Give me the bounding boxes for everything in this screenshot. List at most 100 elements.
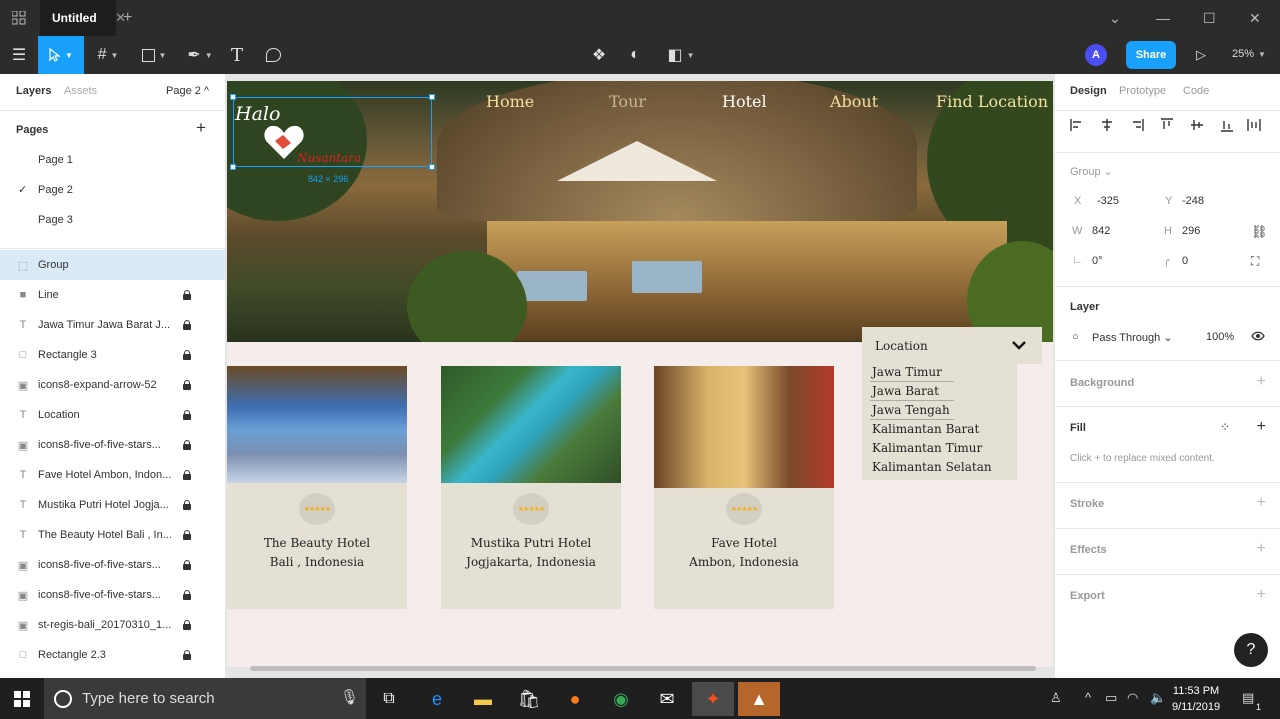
shape-tool[interactable]: ▼	[134, 36, 174, 74]
tab-design[interactable]: Design	[1070, 85, 1107, 97]
nav-tour[interactable]: Tour	[609, 92, 646, 111]
hero-image[interactable]: Home Tour Hotel About Find Location Halo…	[227, 81, 1053, 342]
lock-icon[interactable]	[183, 500, 191, 510]
page-item-2[interactable]: Page 2	[38, 184, 73, 196]
layer-row[interactable]: T Fave Hotel Ambon, Indon...	[0, 460, 225, 490]
location-item[interactable]: Jawa Timur	[872, 365, 942, 379]
lock-icon[interactable]	[183, 650, 191, 660]
location-item[interactable]: Jawa Tengah	[872, 403, 950, 417]
x-field[interactable]: -325	[1097, 195, 1119, 207]
width-field[interactable]: 842	[1092, 225, 1110, 237]
add-export-button[interactable]: +	[1257, 586, 1266, 604]
rotation-field[interactable]: 0°	[1092, 255, 1103, 267]
share-button[interactable]: Share	[1126, 41, 1176, 69]
layer-row[interactable]: □ Rectangle 3	[0, 340, 225, 370]
layer-row[interactable]: ▣ icons8-five-of-five-stars...	[0, 430, 225, 460]
selection-box[interactable]	[230, 94, 435, 170]
add-fill-button[interactable]: +	[1257, 418, 1266, 436]
add-effect-button[interactable]: +	[1257, 540, 1266, 558]
layer-row[interactable]: T Jawa Timur Jawa Barat J...	[0, 310, 225, 340]
new-tab-button[interactable]: +	[123, 9, 132, 27]
layer-row[interactable]: ▣ icons8-expand-arrow-52	[0, 370, 225, 400]
align-bottom-icon[interactable]	[1220, 118, 1234, 132]
location-item[interactable]: Jawa Barat	[872, 384, 939, 398]
people-icon[interactable]: ♙	[1050, 690, 1062, 706]
height-field[interactable]: 296	[1182, 225, 1200, 237]
nav-hotel[interactable]: Hotel	[722, 92, 767, 111]
chrome-icon[interactable]: ◉	[604, 682, 638, 716]
corner-radius-field[interactable]: 0	[1182, 255, 1188, 267]
mail-icon[interactable]: ✉	[650, 682, 684, 716]
file-tab[interactable]: Untitled ✕	[40, 0, 126, 36]
page-item-3[interactable]: Page 3	[38, 214, 73, 226]
comment-tool[interactable]	[258, 36, 288, 74]
tray-chevron-icon[interactable]: ^	[1085, 690, 1091, 705]
text-tool[interactable]: T	[224, 36, 250, 74]
tab-prototype[interactable]: Prototype	[1119, 85, 1166, 97]
hotel-card[interactable]: ★★★★★ The Beauty Hotel Bali , Indonesia	[227, 366, 407, 609]
pen-tool[interactable]: ✒ ▼	[180, 36, 220, 74]
firefox-icon[interactable]: ●	[558, 682, 592, 716]
layer-row[interactable]: ▣ st-regis-bali_20170310_1...	[0, 610, 225, 640]
location-dropdown[interactable]: Location	[862, 327, 1042, 364]
tab-code[interactable]: Code	[1183, 85, 1209, 97]
frame-tool[interactable]: # ▼	[88, 36, 128, 74]
lock-icon[interactable]	[183, 590, 191, 600]
blend-mode-dropdown[interactable]: Pass Through ⌄	[1092, 331, 1173, 344]
lock-icon[interactable]	[183, 320, 191, 330]
location-item[interactable]: Kalimantan Barat	[872, 422, 979, 436]
opacity-field[interactable]: 100%	[1206, 331, 1234, 343]
add-background-button[interactable]: +	[1257, 373, 1266, 391]
selection-type-dropdown[interactable]: Group ⌄	[1070, 165, 1113, 178]
microphone-icon[interactable]: 🎙	[340, 688, 359, 706]
resize-handle[interactable]	[429, 164, 435, 170]
move-tool[interactable]: ▼	[38, 36, 84, 74]
component-tool[interactable]: ❖	[588, 36, 610, 74]
close-window-icon[interactable]: ✕	[1249, 10, 1261, 27]
y-field[interactable]: -248	[1182, 195, 1204, 207]
lock-icon[interactable]	[183, 380, 191, 390]
page-item-1[interactable]: Page 1	[38, 154, 73, 166]
resize-handle[interactable]	[230, 164, 236, 170]
nav-home[interactable]: Home	[486, 92, 534, 111]
align-center-vertical-icon[interactable]	[1190, 118, 1204, 132]
help-button[interactable]: ?	[1234, 633, 1268, 667]
wifi-icon[interactable]: ◠	[1127, 690, 1138, 706]
align-top-icon[interactable]	[1160, 118, 1174, 132]
windows-start-icon[interactable]	[14, 691, 30, 707]
file-explorer-icon[interactable]: ▬	[466, 682, 500, 716]
expand-arrow-icon[interactable]	[1011, 339, 1027, 351]
horizontal-scrollbar[interactable]	[250, 666, 1036, 671]
location-item[interactable]: Kalimantan Selatan	[872, 460, 992, 474]
battery-icon[interactable]: ▭	[1105, 690, 1117, 706]
edge-icon[interactable]: e	[420, 682, 454, 716]
layer-row[interactable]: ⬚ Group	[0, 250, 225, 280]
add-page-button[interactable]: +	[196, 118, 206, 138]
style-icon[interactable]: ⁘	[1220, 420, 1230, 434]
location-item[interactable]: Kalimantan Timur	[872, 441, 982, 455]
add-stroke-button[interactable]: +	[1257, 494, 1266, 512]
chevron-down-icon[interactable]: ⌄	[1109, 10, 1121, 27]
align-right-icon[interactable]	[1130, 118, 1144, 132]
boolean-tool[interactable]: ◧ ▼	[664, 36, 698, 74]
lock-icon[interactable]	[183, 410, 191, 420]
eye-icon[interactable]	[1251, 331, 1265, 341]
distribute-icon[interactable]	[1247, 118, 1261, 132]
layer-row[interactable]: ■ Line	[0, 280, 225, 310]
lock-icon[interactable]	[183, 530, 191, 540]
volume-icon[interactable]: 🔈	[1150, 690, 1166, 706]
nav-about[interactable]: About	[830, 92, 878, 111]
independent-corners-icon[interactable]: ⛶	[1251, 254, 1259, 269]
layer-row[interactable]: T Mustika Putri Hotel Jogja...	[0, 490, 225, 520]
lock-icon[interactable]	[183, 620, 191, 630]
lock-icon[interactable]	[183, 350, 191, 360]
constrain-proportions-icon[interactable]: ⛓	[1251, 224, 1268, 240]
photos-icon[interactable]: ▲	[738, 682, 780, 716]
hotel-card[interactable]: ★★★★★ Fave Hotel Ambon, Indonesia	[654, 366, 834, 609]
layer-row[interactable]: T Location	[0, 400, 225, 430]
layer-row[interactable]: T The Beauty Hotel Bali , In...	[0, 520, 225, 550]
hotel-card[interactable]: ★★★★★ Mustika Putri Hotel Jogjakarta, In…	[441, 366, 621, 609]
layer-row[interactable]: ▣ icons8-five-of-five-stars...	[0, 550, 225, 580]
canvas[interactable]: Home Tour Hotel About Find Location Halo…	[226, 74, 1054, 678]
resize-handle[interactable]	[230, 94, 236, 100]
